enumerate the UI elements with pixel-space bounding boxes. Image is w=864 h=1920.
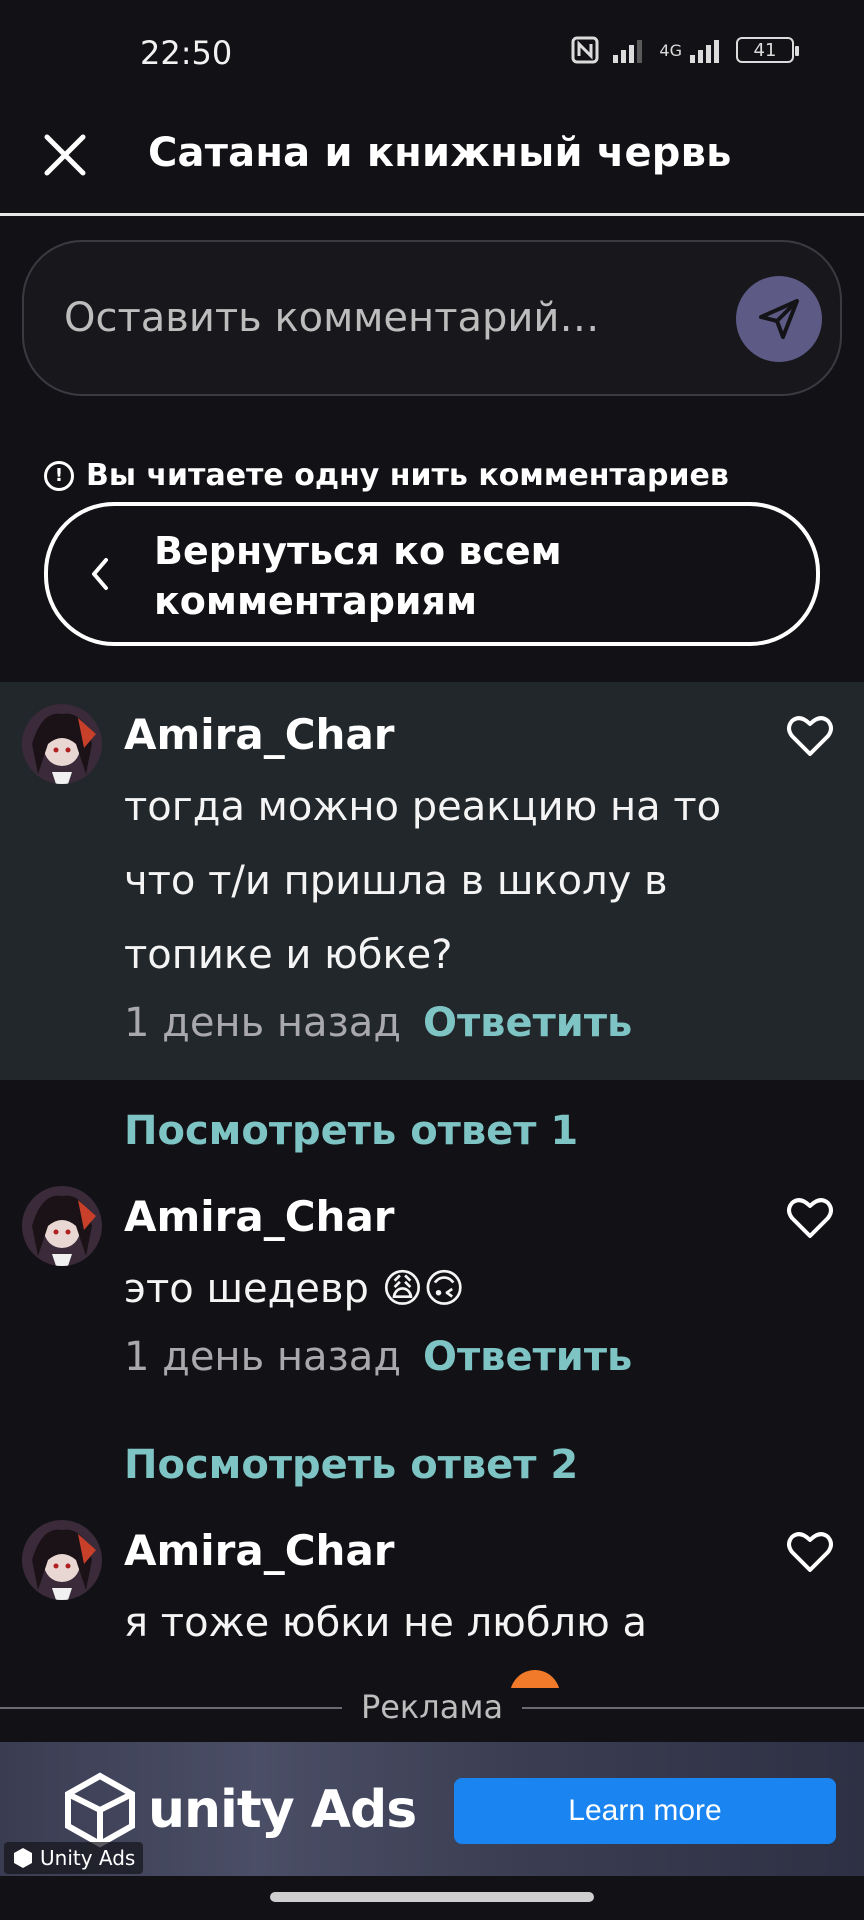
- comment-username[interactable]: Amira_Char: [124, 1192, 395, 1241]
- header: Сатана и книжный червь: [0, 110, 864, 216]
- comment-meta: 1 день назад Ответить: [124, 1334, 632, 1380]
- emoji-partial-icon: [510, 1670, 560, 1688]
- signal-4g-icon: [690, 40, 719, 63]
- info-icon: !: [44, 460, 74, 491]
- send-button[interactable]: [736, 276, 822, 362]
- unity-ads-logo: unity Ads: [62, 1772, 417, 1848]
- status-icons: 4G 41: [571, 36, 799, 64]
- avatar[interactable]: [22, 704, 102, 784]
- divider-line: [522, 1707, 864, 1709]
- avatar[interactable]: [22, 1186, 102, 1266]
- like-button[interactable]: [784, 710, 836, 762]
- comment-item: Amira_Char тогда можно реакцию на то что…: [0, 682, 864, 1080]
- signal-icon: [613, 40, 643, 63]
- comment-username[interactable]: Amira_Char: [124, 710, 395, 759]
- battery-level: 41: [753, 39, 777, 61]
- status-time: 22:50: [140, 34, 233, 72]
- battery-icon: 41: [736, 37, 799, 63]
- comment-meta: 1 день назад Ответить: [124, 1000, 632, 1046]
- heart-icon: [787, 716, 833, 756]
- view-replies-link[interactable]: Посмотреть ответ 1: [124, 1108, 578, 1154]
- home-indicator[interactable]: [270, 1892, 594, 1902]
- nfc-icon: [571, 36, 599, 64]
- divider-line: [0, 1707, 342, 1709]
- comment-timestamp: 1 день назад: [124, 1334, 401, 1380]
- ad-label: Реклама: [360, 1688, 504, 1726]
- comment-input-container: [22, 240, 842, 396]
- back-to-all-comments-button[interactable]: Вернуться ко всем комментариям: [44, 502, 820, 646]
- network-type-label: 4G: [659, 40, 682, 60]
- learn-more-button[interactable]: Learn more: [454, 1778, 836, 1844]
- view-replies-link[interactable]: Посмотреть ответ 2: [124, 1442, 578, 1488]
- ad-badge: Unity Ads: [4, 1842, 144, 1874]
- ad-divider: Реклама: [0, 1688, 864, 1728]
- ad-logo-text: unity Ads: [148, 1780, 417, 1840]
- comment-text: я тоже юбки не люблю а: [124, 1600, 647, 1646]
- back-button-label: Вернуться ко всем комментариям: [154, 529, 562, 623]
- unity-badge-icon: [14, 1848, 32, 1868]
- comment-username[interactable]: Amira_Char: [124, 1526, 395, 1575]
- status-bar: 22:50 4G 41: [0, 0, 864, 110]
- send-icon: [759, 299, 799, 339]
- comment-timestamp: 1 день назад: [124, 1000, 401, 1046]
- heart-icon: [787, 1532, 833, 1572]
- unity-logo-icon: [65, 1772, 135, 1848]
- comment-item: Amira_Char я тоже юбки не люблю а: [0, 1498, 864, 1688]
- ad-banner[interactable]: unity Ads Learn more Unity Ads: [0, 1742, 864, 1876]
- comment-text: это шедевр 😩🙃: [124, 1266, 465, 1312]
- thread-notice-text: Вы читаете одну нить комментариев: [86, 458, 729, 493]
- close-icon: [44, 134, 86, 176]
- like-button[interactable]: [784, 1192, 836, 1244]
- page-title: Сатана и книжный червь: [148, 130, 732, 176]
- system-nav-bar: [0, 1876, 864, 1920]
- chevron-left-icon: [92, 558, 108, 590]
- like-button[interactable]: [784, 1526, 836, 1578]
- reply-button[interactable]: Ответить: [423, 1000, 632, 1046]
- comment-input[interactable]: [64, 288, 704, 348]
- reply-button[interactable]: Ответить: [423, 1334, 632, 1380]
- close-button[interactable]: [40, 130, 90, 180]
- avatar[interactable]: [22, 1520, 102, 1600]
- thread-notice: ! Вы читаете одну нить комментариев: [44, 458, 729, 493]
- heart-icon: [787, 1198, 833, 1238]
- comment-item: Amira_Char это шедевр 😩🙃 1 день назад От…: [0, 1164, 864, 1404]
- comment-text: тогда можно реакцию на то что т/и пришла…: [124, 784, 722, 978]
- ad-badge-text: Unity Ads: [40, 1846, 136, 1870]
